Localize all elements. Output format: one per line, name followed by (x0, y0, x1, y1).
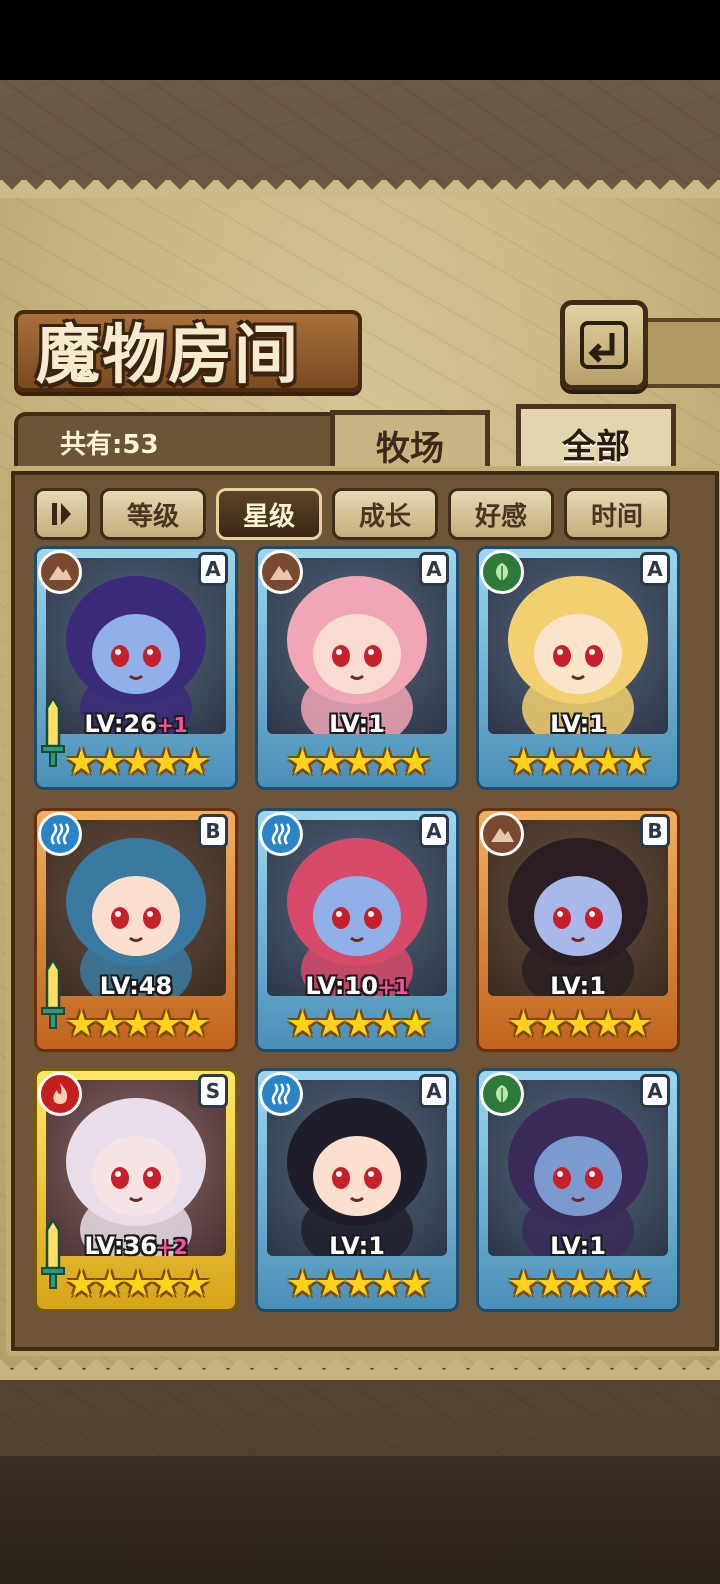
rank-badge: A (198, 552, 228, 586)
monster-level: LV:1 (476, 1232, 680, 1260)
game-screen: 魔物房间 共有:53 牧场 全部 等级 星级 成长 好感 时间 A LV:26+1… (0, 0, 720, 1584)
status-bar-area (0, 0, 720, 80)
star-rating: ★★★★★ (286, 1004, 431, 1045)
rank-badge: A (419, 814, 449, 848)
monster-card[interactable]: A LV:1 ★★★★★ (255, 1068, 459, 1312)
monster-level: LV:36+2 (34, 1232, 238, 1260)
monster-level: LV:26+1 (34, 710, 238, 738)
star-rating: ★★★★★ (507, 1004, 652, 1045)
level-value: LV:1 (550, 972, 606, 1000)
monster-card[interactable]: A LV:1 ★★★★★ (476, 1068, 680, 1312)
star-rating: ★★★★★ (507, 742, 652, 783)
fire-element-badge (38, 1072, 82, 1116)
monster-level: LV:48 (34, 972, 238, 1000)
earth-element-badge (38, 550, 82, 594)
star-rating: ★★★★★ (65, 742, 210, 783)
sort-order-icon (52, 503, 71, 525)
monster-count: 共有:53 (60, 430, 159, 460)
rank-badge: A (419, 552, 449, 586)
rank-badge: A (640, 552, 670, 586)
sort-order-toggle[interactable] (34, 488, 90, 540)
level-value: LV:1 (550, 710, 606, 738)
sort-button-affection[interactable]: 好感 (448, 488, 554, 540)
monster-level: LV:10+1 (255, 972, 459, 1000)
fire-element-icon (53, 1083, 68, 1104)
level-value: LV:1 (550, 1232, 606, 1260)
water-element-badge (259, 812, 303, 856)
page-title: 魔物房间 (36, 318, 300, 393)
water-element-icon (271, 1083, 291, 1105)
water-element-icon (271, 823, 291, 845)
level-bonus: +1 (377, 975, 409, 999)
monster-card[interactable]: B LV:1 ★★★★★ (476, 808, 680, 1052)
nature-element-icon (494, 1083, 510, 1105)
star-rating: ★★★★★ (286, 742, 431, 783)
sort-button-stars[interactable]: 星级 (216, 488, 322, 540)
level-value: LV:36 (84, 1232, 157, 1260)
level-bonus: +1 (156, 713, 188, 737)
sort-button-time[interactable]: 时间 (564, 488, 670, 540)
monster-level: LV:1 (255, 1232, 459, 1260)
earth-element-badge (259, 550, 303, 594)
rank-badge: S (198, 1074, 228, 1108)
level-value: LV:10 (305, 972, 378, 1000)
earth-element-icon (270, 566, 293, 580)
star-rating: ★★★★★ (286, 1264, 431, 1305)
star-rating: ★★★★★ (507, 1264, 652, 1305)
level-value: LV:48 (99, 972, 173, 1000)
bottom-map-area (0, 1456, 720, 1584)
rank-badge: B (640, 814, 670, 848)
rank-badge: B (198, 814, 228, 848)
back-button[interactable] (560, 300, 648, 390)
water-element-icon (50, 823, 70, 845)
monster-card[interactable]: A LV:1 ★★★★★ (476, 546, 680, 790)
rank-badge: A (419, 1074, 449, 1108)
level-value: LV:1 (329, 710, 385, 738)
water-element-badge (38, 812, 82, 856)
nature-element-badge (480, 1072, 524, 1116)
level-bonus: +2 (156, 1235, 188, 1259)
water-element-badge (259, 1072, 303, 1116)
sort-button-growth[interactable]: 成长 (332, 488, 438, 540)
earth-element-badge (480, 812, 524, 856)
back-arrow-icon (580, 321, 628, 369)
star-rating: ★★★★★ (65, 1004, 210, 1045)
monster-level: LV:1 (255, 710, 459, 738)
parchment-edge-bottom (0, 1360, 720, 1400)
monster-card[interactable]: A LV:10+1 ★★★★★ (255, 808, 459, 1052)
monster-card[interactable]: B LV:48 ★★★★★ (34, 808, 238, 1052)
rank-badge: A (640, 1074, 670, 1108)
monster-card[interactable]: S LV:36+2 ★★★★★ (34, 1068, 238, 1312)
monster-level: LV:1 (476, 710, 680, 738)
nature-element-badge (480, 550, 524, 594)
nature-element-icon (494, 561, 510, 583)
monster-level: LV:1 (476, 972, 680, 1000)
earth-element-icon (49, 566, 72, 580)
earth-element-icon (491, 828, 514, 842)
level-value: LV:26 (84, 710, 157, 738)
monster-card[interactable]: A LV:1 ★★★★★ (255, 546, 459, 790)
star-rating: ★★★★★ (65, 1264, 210, 1305)
sort-button-level[interactable]: 等级 (100, 488, 206, 540)
monster-card[interactable]: A LV:26+1 ★★★★★ (34, 546, 238, 790)
level-value: LV:1 (329, 1232, 385, 1260)
